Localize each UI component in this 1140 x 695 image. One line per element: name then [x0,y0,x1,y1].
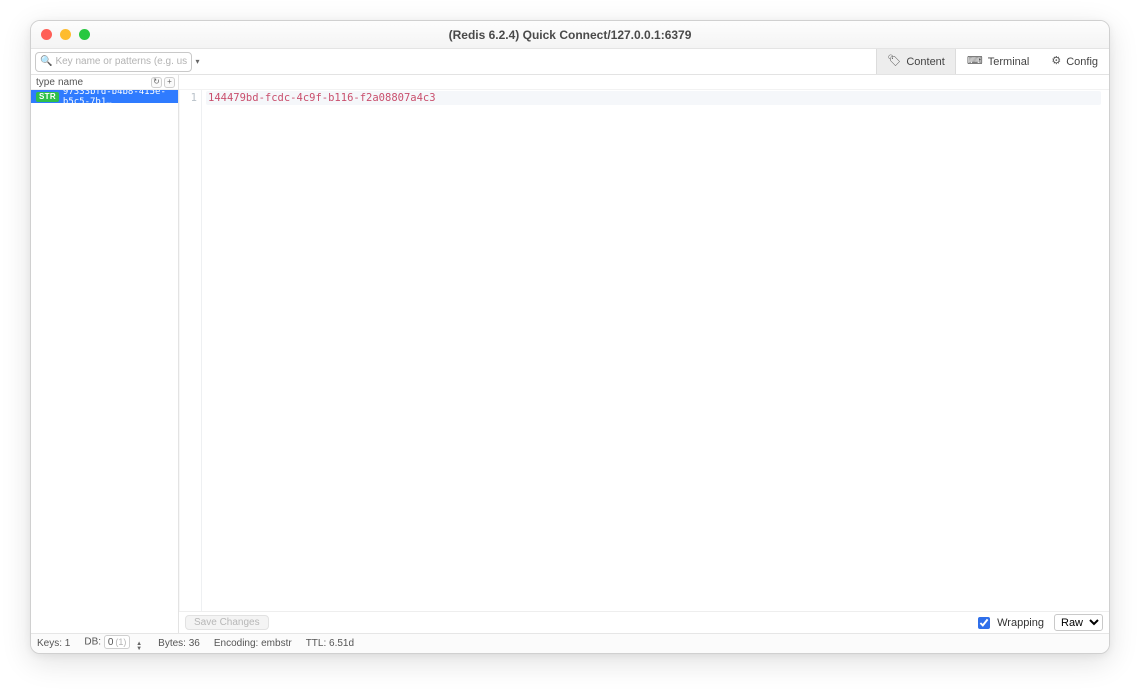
tab-label: Terminal [988,56,1030,68]
gear-icon: ⚙ [1051,56,1061,67]
status-bar: Keys: 1 DB: 0 (1) ▲ ▼ Bytes: 36 Encoding… [31,633,1109,653]
tab-label: Config [1066,56,1098,68]
app-window: (Redis 6.2.4) Quick Connect/127.0.0.1:63… [30,20,1110,654]
tab-config[interactable]: ⚙ Config [1040,49,1109,74]
key-list-controls: ↻ + [151,77,178,88]
col-type-header: type [31,77,55,88]
string-value[interactable]: 144479bd-fcdc-4c9f-b116-f2a08807a4c3 [208,92,436,104]
tab-terminal[interactable]: ⌨ Terminal [956,49,1040,74]
body: type name ↻ + STR 97333bfd-b4b8-415e-b5c… [31,75,1109,633]
key-name: 97333bfd-b4b8-415e-b5c5-7b1… [63,90,178,107]
db-stepper[interactable]: ▲ ▼ [136,642,144,652]
save-changes-button[interactable]: Save Changes [185,615,269,630]
line-number: 1 [180,91,201,105]
tab-label: Content [906,56,945,68]
content-header-strip [179,75,1109,90]
db-selector[interactable]: 0 (1) [104,635,131,649]
refresh-icon: ↻ [153,78,160,86]
plus-icon: + [167,78,172,86]
key-list: STR 97333bfd-b4b8-415e-b5c5-7b1… [31,90,178,633]
col-name-header: name [55,77,151,88]
refresh-keys-button[interactable]: ↻ [151,77,162,88]
wrapping-toggle[interactable]: Wrapping [974,614,1044,632]
key-type-tag: STR [36,92,59,102]
tab-content[interactable]: 🏷 Content [876,49,956,74]
wrapping-checkbox[interactable] [978,617,990,629]
tag-icon: 🏷 [887,56,901,67]
status-encoding: Encoding: embstr [214,638,292,649]
main-panel: 1 144479bd-fcdc-4c9f-b116-f2a08807a4c3 S… [179,75,1109,633]
status-keys: Keys: 1 [37,638,70,649]
toolbar-right: 🏷 Content ⌨ Terminal ⚙ Config [179,49,1109,74]
line-gutter: 1 [180,90,202,611]
search-icon: 🔍 [40,57,52,67]
key-row[interactable]: STR 97333bfd-b4b8-415e-b5c5-7b1… [31,90,178,103]
wrapping-label: Wrapping [997,617,1044,629]
window-title: (Redis 6.2.4) Quick Connect/127.0.0.1:63… [31,28,1109,42]
status-ttl: TTL: 6.51d [306,638,354,649]
toolbar: 🔍 ▾ 🏷 Content ⌨ Terminal ⚙ Config [31,49,1109,75]
toolbar-left: 🔍 ▾ [31,49,179,74]
key-search-input[interactable] [55,56,187,67]
value-editor[interactable]: 1 144479bd-fcdc-4c9f-b116-f2a08807a4c3 [179,90,1109,611]
status-db: DB: 0 (1) ▲ ▼ [84,635,144,652]
sidebar: type name ↻ + STR 97333bfd-b4b8-415e-b5c… [31,75,179,633]
terminal-icon: ⌨ [967,56,983,67]
chevron-down-icon[interactable]: ▼ [136,647,144,652]
titlebar: (Redis 6.2.4) Quick Connect/127.0.0.1:63… [31,21,1109,49]
status-bytes: Bytes: 36 [158,638,200,649]
add-key-button[interactable]: + [164,77,175,88]
key-list-header: type name ↻ + [31,75,178,90]
format-select[interactable]: Raw [1054,614,1103,631]
editor-footer: Save Changes Wrapping Raw [179,611,1109,633]
code-area[interactable]: 144479bd-fcdc-4c9f-b116-f2a08807a4c3 [202,90,1109,611]
key-search-box[interactable]: 🔍 [35,52,192,72]
